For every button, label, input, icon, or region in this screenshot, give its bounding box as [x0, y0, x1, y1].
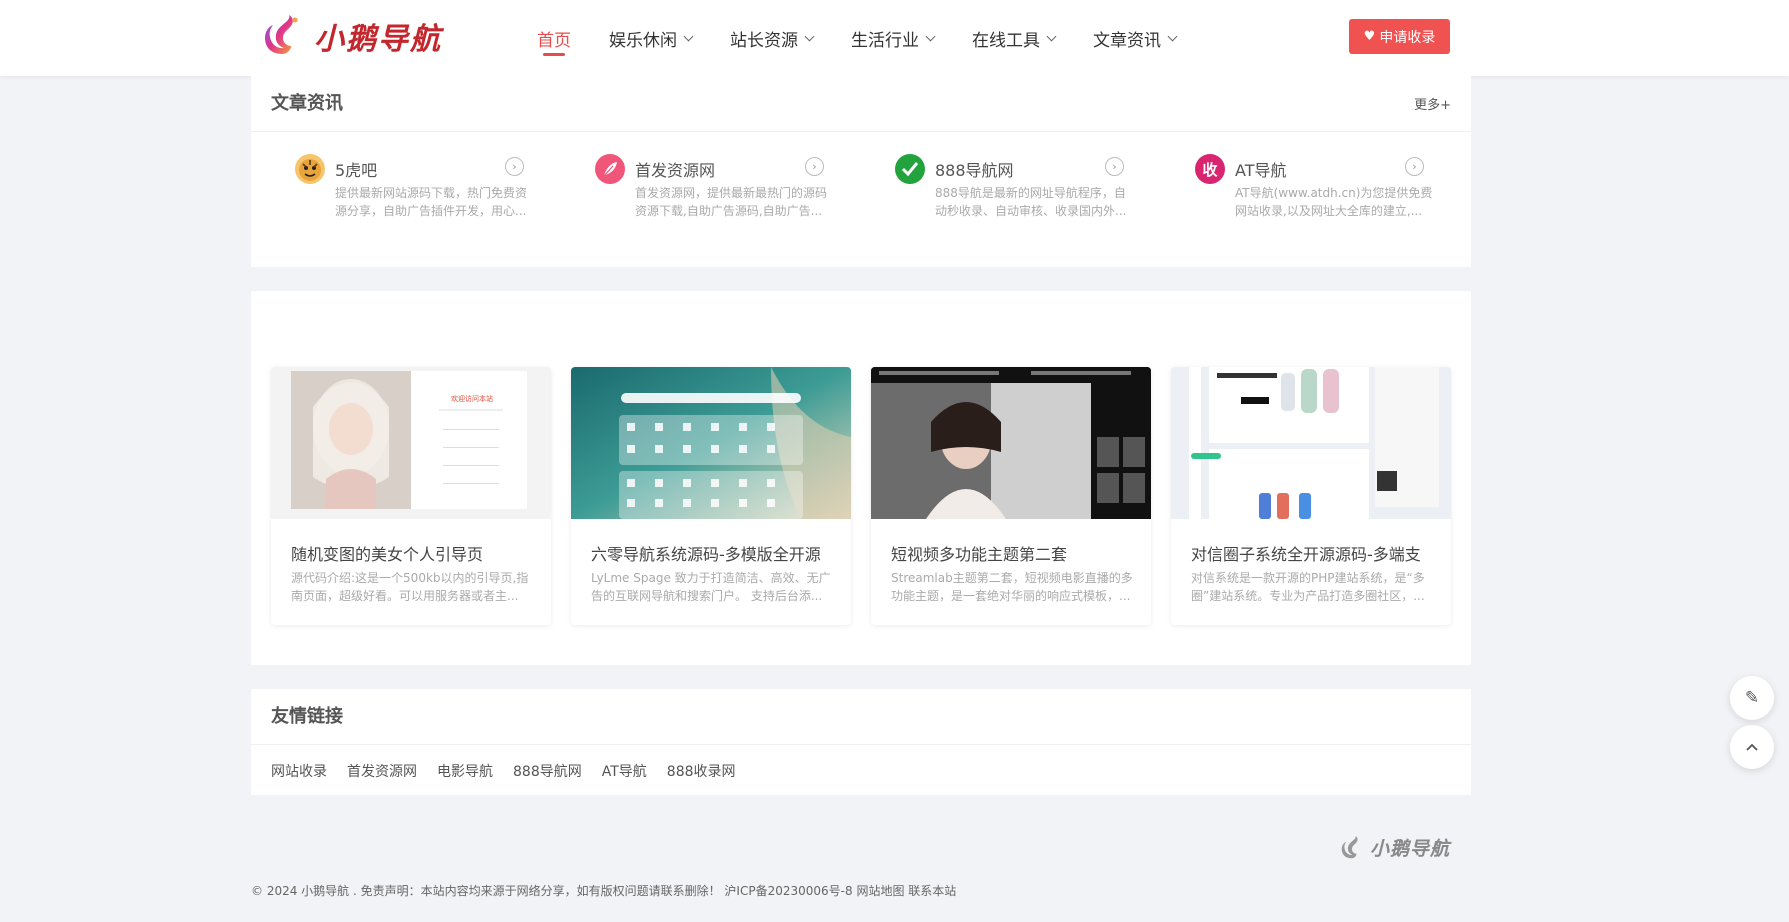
nav-item-webmaster[interactable]: 站长资源 [730, 0, 815, 76]
top-header: 小鹅导航 首页 娱乐休闲 站长资源 生活行业 在线工具 文章资讯 ♥ 申请收录 [0, 0, 1789, 76]
site-card[interactable]: 收 AT导航 › AT导航(www.atdh.cn)为您提供免费网站收录,以及网… [1195, 151, 1455, 231]
friend-link[interactable]: 888导航网 [513, 761, 582, 781]
article-thumbnail [1171, 367, 1451, 519]
article-thumbnail [871, 367, 1151, 519]
friend-link[interactable]: 888收录网 [667, 761, 736, 781]
nav-label: 首页 [537, 30, 571, 51]
nav-item-articles[interactable]: 文章资讯 [1093, 0, 1178, 76]
article-title: 六零导航系统源码-多模版全开源 [591, 545, 821, 564]
swan-logo-icon [265, 15, 298, 54]
article-thumbnail [571, 367, 851, 519]
chevron-right-icon: › [1405, 157, 1424, 176]
friend-link[interactable]: AT导航 [602, 761, 647, 781]
friend-link[interactable]: 首发资源网 [347, 761, 417, 781]
article-title: 对信圈子系统全开源源码-多端支 [1191, 545, 1421, 564]
site-name: 888导航网 [935, 161, 1014, 180]
article-title: 随机变图的美女个人引导页 [291, 545, 484, 564]
article-desc: Streamlab主题第二套，短视频电影直播的多功能主题，是一套绝对华丽的响应式… [891, 571, 1133, 603]
chevron-down-icon [1046, 31, 1057, 41]
nav-label: 生活行业 [851, 30, 919, 51]
back-to-top-button[interactable] [1730, 725, 1774, 769]
friend-links-panel: 友情链接 网站收录 首发资源网 电影导航 888导航网 AT导航 888收录网 [251, 689, 1471, 795]
checkmark-icon [895, 154, 925, 184]
friend-link[interactable]: 网站收录 [271, 761, 327, 781]
site-card[interactable]: 888导航网 › 888导航是最新的网址导航程序，自动秒收录、自动审核、收录国内… [895, 151, 1155, 231]
site-desc: 提供最新网站源码下载，热门免费资源分享，自助广告插件开发，用心... [335, 186, 528, 218]
nav-item-tools[interactable]: 在线工具 [972, 0, 1057, 76]
section-title: 文章资讯 [251, 76, 1471, 132]
chevron-down-icon [804, 31, 815, 41]
article-desc: 对信系统是一款开源的PHP建站系统，是“多圈”建站系统。专业为产品打造多圈社区，… [1191, 571, 1425, 603]
article-desc: LyLme Spage 致力于打造简洁、高效、无广告的互联网导航和搜索门户。 支… [591, 571, 831, 603]
shou-icon: 收 [1195, 154, 1225, 184]
footer-logo-text: 小鹅导航 [1370, 838, 1451, 860]
heart-icon: ♥ [1363, 29, 1376, 44]
site-desc: 首发资源网，提供最新最热门的源码资源下载,自助广告源码,自助广告... [635, 186, 828, 218]
nav-label: 娱乐休闲 [609, 30, 677, 51]
article-card[interactable]: 欢迎访问本站 随机变图的美女个人引导页 源代码介绍:这是一个500kb以内的引导… [271, 367, 551, 625]
copyright-text: © 2024 小鹅导航 . 免责声明：本站内容均来源于网络分享，如有版权问题请联… [251, 884, 957, 898]
apply-listing-label: 申请收录 [1379, 29, 1436, 46]
friend-links-list: 网站收录 首发资源网 电影导航 888导航网 AT导航 888收录网 [271, 761, 756, 781]
logo-text: 小鹅导航 [314, 22, 442, 57]
site-card[interactable]: 首发资源网 › 首发资源网，提供最新最热门的源码资源下载,自助广告源码,自助广告… [595, 151, 855, 231]
article-card[interactable]: 对信圈子系统全开源源码-多端支 对信系统是一款开源的PHP建站系统，是“多圈”建… [1171, 367, 1451, 625]
nav-item-home[interactable]: 首页 [537, 0, 571, 76]
feather-icon [595, 154, 625, 184]
featured-panel: 欢迎访问本站 随机变图的美女个人引导页 源代码介绍:这是一个500kb以内的引导… [251, 291, 1471, 665]
footer-logo: 小鹅导航 [1340, 834, 1450, 861]
chevron-up-icon [1746, 743, 1758, 751]
edit-float-button[interactable]: ✎ [1730, 676, 1774, 720]
site-desc: 888导航是最新的网址导航程序，自动秒收录、自动审核、收录国内外... [935, 186, 1127, 218]
more-link[interactable]: 更多+ [1414, 94, 1451, 113]
nav-label: 站长资源 [730, 30, 798, 51]
friend-link[interactable]: 电影导航 [437, 761, 493, 781]
site-logo[interactable]: 小鹅导航 [262, 14, 442, 58]
apply-listing-button[interactable]: ♥ 申请收录 [1349, 19, 1450, 54]
articles-panel: 文章资讯 更多+ 5虎吧 › 提供最新网站源码下载，热门免费资源分享，自助广告插… [251, 76, 1471, 267]
nav-item-life[interactable]: 生活行业 [851, 0, 936, 76]
chevron-right-icon: › [1105, 157, 1124, 176]
chevron-down-icon [683, 31, 694, 41]
site-card[interactable]: 5虎吧 › 提供最新网站源码下载，热门免费资源分享，自助广告插件开发，用心... [295, 151, 555, 231]
article-card[interactable]: 短视频多功能主题第二套 Streamlab主题第二套，短视频电影直播的多功能主题… [871, 367, 1151, 625]
tiger-icon [295, 154, 325, 184]
pencil-icon: ✎ [1744, 688, 1760, 708]
chevron-down-icon [925, 31, 936, 41]
article-desc: 源代码介绍:这是一个500kb以内的引导页,指南页面，超级好看。可以用服务器或者… [291, 571, 529, 603]
chevron-down-icon [1167, 31, 1178, 41]
nav-item-entertainment[interactable]: 娱乐休闲 [609, 0, 694, 76]
nav-label: 在线工具 [972, 30, 1040, 51]
main-nav: 首页 娱乐休闲 站长资源 生活行业 在线工具 文章资讯 [537, 0, 1214, 76]
article-card[interactable]: 六零导航系统源码-多模版全开源 LyLme Spage 致力于打造简洁、高效、无… [571, 367, 851, 625]
chevron-right-icon: › [805, 157, 824, 176]
site-name: 首发资源网 [635, 161, 716, 180]
site-name: 5虎吧 [335, 161, 378, 180]
article-title: 短视频多功能主题第二套 [891, 545, 1068, 564]
site-desc: AT导航(www.atdh.cn)为您提供免费网站收录,以及网址大全库的建立,.… [1235, 186, 1433, 218]
article-thumbnail: 欢迎访问本站 [271, 367, 551, 519]
svg-text:欢迎访问本站: 欢迎访问本站 [451, 394, 493, 403]
swan-logo-icon [1341, 835, 1358, 858]
nav-label: 文章资讯 [1093, 30, 1161, 51]
section-title: 友情链接 [251, 689, 1471, 745]
chevron-right-icon: › [505, 157, 524, 176]
site-name: AT导航 [1235, 161, 1287, 180]
